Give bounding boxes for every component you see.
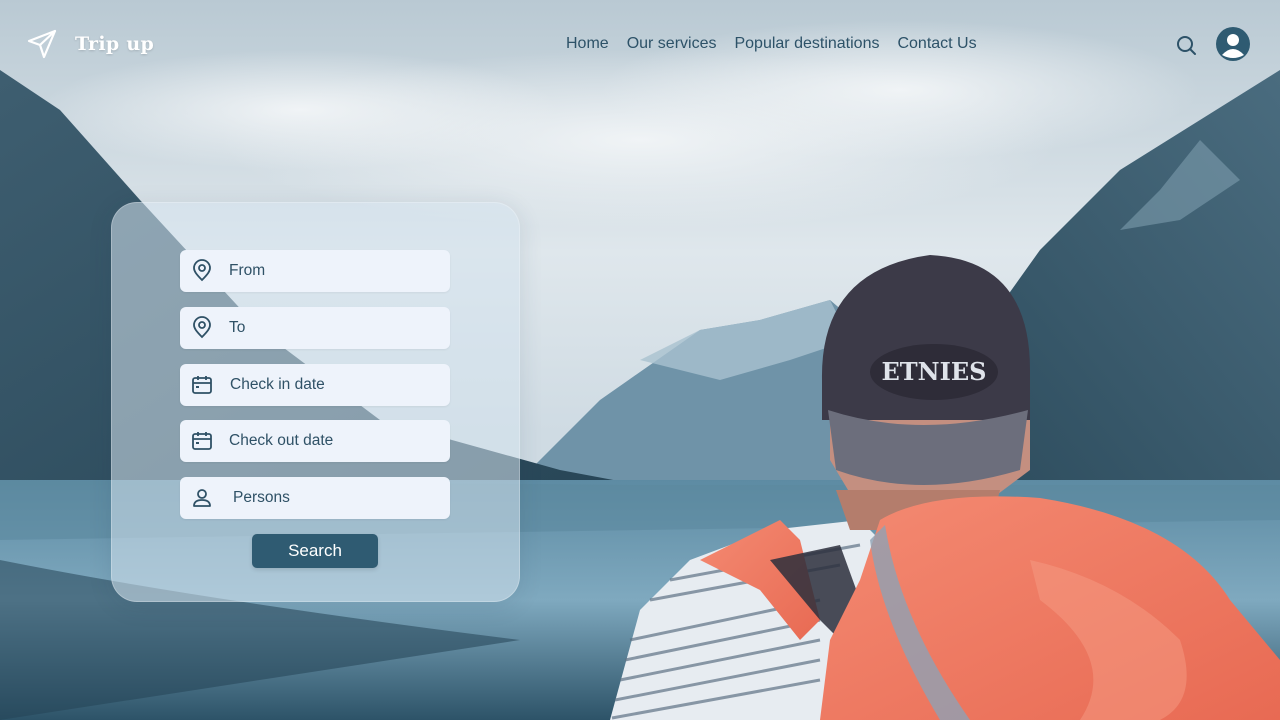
nav-popular-destinations[interactable]: Popular destinations bbox=[734, 35, 879, 53]
location-pin-icon bbox=[190, 259, 214, 283]
paper-plane-icon bbox=[26, 28, 58, 60]
check-out-date-input[interactable]: Check out date bbox=[180, 420, 450, 462]
main-nav: Home Our services Popular destinations C… bbox=[566, 35, 977, 53]
nav-our-services[interactable]: Our services bbox=[627, 35, 717, 53]
to-placeholder: To bbox=[229, 319, 246, 336]
brand-logo[interactable]: Trip up bbox=[26, 28, 154, 60]
persons-input[interactable]: Persons bbox=[180, 477, 450, 519]
calendar-icon bbox=[190, 429, 214, 453]
nav-contact-us[interactable]: Contact Us bbox=[897, 35, 976, 53]
persons-placeholder: Persons bbox=[233, 489, 290, 506]
brand-name: Trip up bbox=[75, 33, 155, 55]
svg-text:ETNIES: ETNIES bbox=[882, 357, 987, 386]
person-icon bbox=[190, 486, 214, 510]
calendar-icon bbox=[190, 373, 214, 397]
top-navigation-bar: Trip up Home Our services Popular destin… bbox=[0, 0, 1280, 88]
check-in-placeholder: Check in date bbox=[230, 376, 325, 393]
search-icon[interactable] bbox=[1174, 33, 1198, 57]
from-placeholder: From bbox=[229, 262, 266, 279]
check-out-placeholder: Check out date bbox=[229, 432, 334, 449]
nav-home[interactable]: Home bbox=[566, 35, 609, 53]
search-button[interactable]: Search bbox=[252, 534, 378, 568]
trip-search-card: From To Check in date Check out date Per… bbox=[111, 202, 520, 602]
to-input[interactable]: To bbox=[180, 307, 450, 349]
from-input[interactable]: From bbox=[180, 250, 450, 292]
location-pin-icon bbox=[190, 316, 214, 340]
check-in-date-input[interactable]: Check in date bbox=[180, 364, 450, 406]
user-avatar-icon[interactable] bbox=[1216, 27, 1250, 61]
